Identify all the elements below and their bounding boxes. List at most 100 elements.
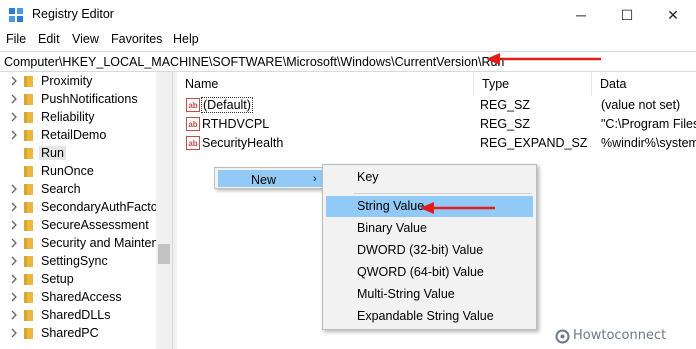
maximize-button[interactable]: ☐ [604,0,650,30]
submenu-item-expandable-string-value[interactable]: Expandable String Value [326,306,533,327]
folder-icon [24,292,33,303]
value-type: REG_SZ [480,117,531,131]
tree-item-label: Run [39,146,66,160]
submenu-arrow-icon: › [313,173,317,185]
submenu-item-multi-string-value[interactable]: Multi-String Value [326,284,533,305]
watermark-text: Howtoconnect [573,328,667,343]
menu-favorites[interactable]: Favorites [111,32,162,46]
string-value-icon: ab [186,136,200,150]
context-menu-item-new[interactable]: New › [218,170,322,187]
tree-item-label: RunOnce [41,164,94,178]
menu-separator [354,193,532,194]
folder-icon [24,310,33,321]
column-data-header[interactable]: Data [592,72,696,96]
title-bar: Registry Editor ─ ☐ ✕ [0,0,696,30]
tree-item[interactable]: SharedAccess [0,288,156,306]
tree-item[interactable]: SharedPC [0,324,156,342]
chevron-right-icon[interactable] [10,111,18,123]
folder-icon [24,76,33,87]
tree-item[interactable]: Proximity [0,72,156,90]
new-label: New [251,173,277,187]
chevron-right-icon[interactable] [10,75,18,87]
chevron-right-icon[interactable] [10,183,18,195]
submenu-item-qword-64-bit-value[interactable]: QWORD (64-bit) Value [326,262,533,283]
value-data: "C:\Program Files\ [601,117,696,131]
tree-item[interactable]: SecondaryAuthFactor [0,198,162,216]
submenu-item-binary-value[interactable]: Binary Value [326,218,533,239]
watermark-logo-icon [555,329,570,344]
value-name: (Default) [201,97,253,113]
submenu-item-label: QWORD (64-bit) Value [357,265,484,279]
context-menu: New › [214,167,326,189]
chevron-right-icon[interactable] [10,93,18,105]
submenu-item-label: Key [357,170,379,184]
window-title: Registry Editor [32,7,114,21]
address-path[interactable]: Computer\HKEY_LOCAL_MACHINE\SOFTWARE\Mic… [4,55,504,69]
chevron-right-icon[interactable] [10,291,18,303]
value-row[interactable]: ab RTHDVCPL REG_SZ "C:\Program Files\ [177,115,696,134]
tree-item[interactable]: Setup [0,270,156,288]
tree-scrollbar-thumb[interactable] [158,244,170,264]
tree-item-label: SharedPC [41,326,99,340]
chevron-right-icon[interactable] [10,201,18,213]
value-name: SecurityHealth [202,136,284,150]
tree-item-label: Setup [41,272,74,286]
chevron-right-icon[interactable] [10,237,18,249]
folder-icon [24,202,33,213]
svg-text:ab: ab [188,139,197,148]
folder-icon [24,220,33,231]
tree-item-label: Proximity [41,74,93,88]
tree-item-label: PushNotifications [41,92,138,106]
value-name: RTHDVCPL [202,117,270,131]
submenu-item-label: Expandable String Value [357,309,494,323]
menu-edit[interactable]: Edit [38,32,60,46]
annotation-arrow-string-value [420,202,495,214]
menu-help[interactable]: Help [173,32,199,46]
registry-editor-icon [9,8,23,22]
folder-icon [24,130,33,141]
chevron-right-icon[interactable] [10,129,18,141]
tree-item[interactable]: Reliability [0,108,156,126]
tree-item-label: SettingSync [41,254,108,268]
value-type: REG_SZ [480,98,531,112]
chevron-right-icon[interactable] [10,327,18,339]
menu-file[interactable]: File [6,32,26,46]
chevron-right-icon[interactable] [10,273,18,285]
tree-item[interactable]: RetailDemo [0,126,156,144]
chevron-right-icon[interactable] [10,255,18,267]
close-button[interactable]: ✕ [650,0,696,30]
tree-item[interactable]: Search [0,180,156,198]
submenu-item-label: String Value [357,199,425,213]
chevron-right-icon[interactable] [10,219,18,231]
value-row[interactable]: ab SecurityHealth REG_EXPAND_SZ %windir%\sy… [177,134,696,153]
tree-item[interactable]: Security and Maintenance [0,234,172,252]
minimize-button[interactable]: ─ [558,0,604,30]
tree-item[interactable]: RunOnce [0,162,156,180]
tree-item[interactable]: PushNotifications [0,90,156,108]
tree-item[interactable]: SettingSync [0,252,156,270]
folder-icon [24,94,33,105]
folder-icon [24,256,33,267]
key-tree[interactable]: Proximity PushNotifications Reliability Ret… [0,72,172,349]
tree-item[interactable]: SecureAssessment [0,216,156,234]
svg-text:ab: ab [188,101,197,110]
tree-item[interactable]: Run [0,144,156,162]
column-type-header[interactable]: Type [474,72,590,96]
menu-view[interactable]: View [72,32,99,46]
watermark: Howtoconnect [553,326,693,346]
submenu-item-key[interactable]: Key [326,167,533,188]
tree-item-label: Reliability [41,110,95,124]
value-row[interactable]: ab (Default) REG_SZ (value not set) [177,96,696,115]
tree-item-label: SecureAssessment [41,218,149,232]
menu-bar: File Edit View Favorites Help [0,30,696,50]
chevron-right-icon[interactable] [10,309,18,321]
folder-icon [24,184,33,195]
column-name-header[interactable]: Name [177,72,473,96]
submenu-item-label: Multi-String Value [357,287,455,301]
svg-text:ab: ab [188,120,197,129]
tree-item[interactable]: SharedDLLs [0,306,156,324]
tree-scrollbar[interactable] [156,72,172,349]
string-value-icon: ab [186,98,200,112]
submenu-item-dword-32-bit-value[interactable]: DWORD (32-bit) Value [326,240,533,261]
submenu-item-label: Binary Value [357,221,427,235]
